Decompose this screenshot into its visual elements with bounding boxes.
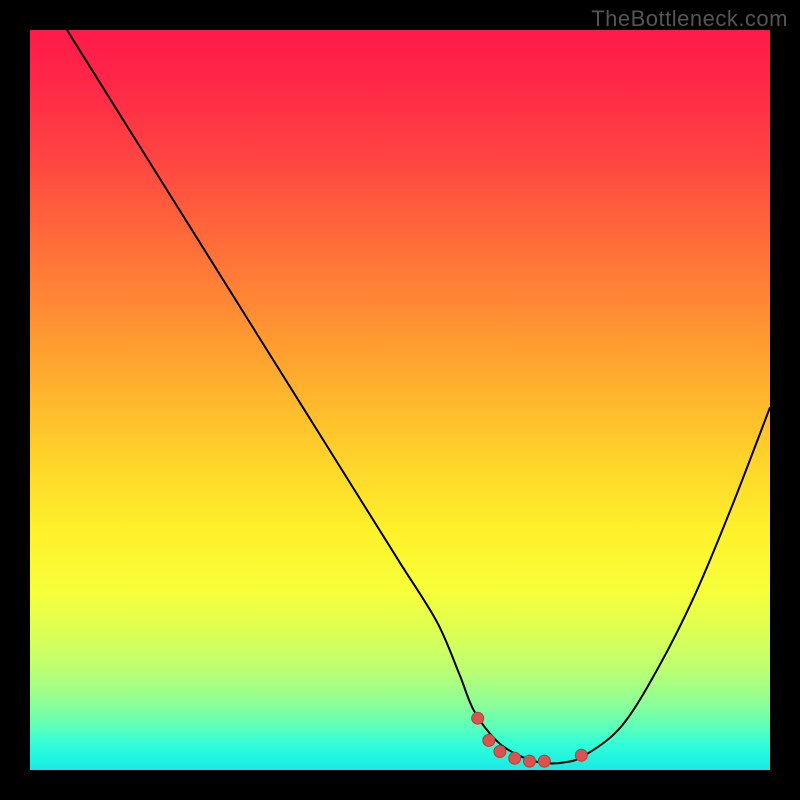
curve-marker bbox=[524, 755, 536, 767]
bottleneck-curve bbox=[67, 30, 770, 764]
curve-marker bbox=[509, 752, 521, 764]
watermark-text: TheBottleneck.com bbox=[591, 6, 788, 32]
chart-frame: TheBottleneck.com bbox=[0, 0, 800, 800]
plot-area bbox=[30, 30, 770, 770]
curve-marker bbox=[575, 749, 587, 761]
curve-markers bbox=[472, 712, 588, 767]
curve-marker bbox=[538, 755, 550, 767]
curve-marker bbox=[472, 712, 484, 724]
curve-marker bbox=[494, 746, 506, 758]
curve-svg bbox=[30, 30, 770, 770]
curve-marker bbox=[483, 734, 495, 746]
